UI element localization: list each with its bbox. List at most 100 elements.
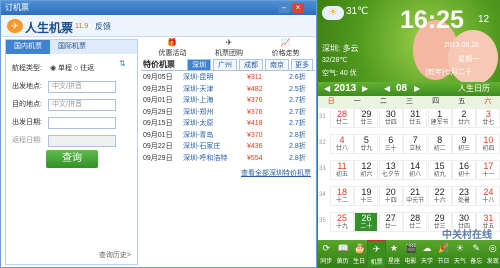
toolbar-item[interactable]: 🎉 节日 (435, 240, 451, 268)
to-input[interactable]: 中文/拼音 (48, 99, 116, 111)
tab-international[interactable]: 国际机票 (50, 40, 94, 54)
day-cell[interactable]: 10 初四 (476, 134, 500, 154)
deal-row[interactable]: 09月29日 深圳-呼和浩特 ¥554 2.8折 (143, 154, 311, 164)
view-all-deals-link[interactable]: 查看全部深圳特价机票 (241, 168, 311, 178)
day-cell[interactable]: 7 立秋 (403, 134, 428, 154)
toolbar-item[interactable]: ◎ 发现 (485, 240, 500, 268)
lunar-day: 廿七 (482, 120, 495, 126)
day-number: 31 (410, 109, 421, 119)
city-tab-more[interactable]: 更多 (291, 59, 313, 70)
weekday-label: 四 (432, 98, 440, 105)
day-cell[interactable]: 24 十八 (476, 186, 500, 206)
from-input[interactable]: 中文/拼音 (48, 81, 116, 93)
day-cell[interactable]: 29 廿三 (354, 108, 379, 128)
day-cell[interactable]: 18 十二 (330, 186, 354, 206)
day-cell[interactable]: 28 廿二 (403, 212, 428, 232)
deal-route: 深圳-石家庄 (183, 143, 221, 150)
close-icon[interactable]: × (292, 3, 304, 13)
feature-groupbuy[interactable]: ✈ 机票团购 (201, 38, 258, 58)
plane-logo-icon: ✈ (7, 19, 23, 33)
day-cell[interactable]: 28 廿二 (330, 108, 354, 128)
swap-cities-icon[interactable]: ⇅ (119, 59, 126, 68)
roundtrip-radio[interactable]: ○ (74, 65, 78, 72)
day-cell[interactable]: 15 初九 (427, 160, 452, 180)
prev-month-icon[interactable]: ◀ (384, 82, 390, 96)
search-history-link[interactable]: 查询历史> (99, 250, 131, 260)
current-weekday: 星期一 (458, 56, 479, 63)
depart-label: 出发日期: (12, 119, 42, 126)
day-cell[interactable]: 25 十九 (330, 212, 354, 232)
day-cell[interactable]: 11 初五 (330, 160, 354, 180)
tab-domestic[interactable]: 国内机票 (6, 40, 50, 54)
day-cell[interactable]: 5 廿九 (354, 134, 379, 154)
day-cell[interactable]: 8 初二 (427, 134, 452, 154)
return-date-input[interactable] (48, 135, 116, 147)
minimize-icon[interactable]: – (278, 3, 290, 13)
oneway-radio[interactable]: ◉ (50, 65, 56, 72)
deal-date: 09月05日 (143, 74, 173, 81)
toolbar-item[interactable]: ☀ 天气 (452, 240, 468, 268)
feature-label: 优惠活动 (158, 50, 187, 57)
day-number: 18 (336, 187, 347, 197)
deal-date: 09月22日 (143, 143, 173, 150)
discover-icon: ◎ (488, 243, 497, 253)
feature-label: 机票团购 (215, 50, 243, 57)
deal-row[interactable]: 09月25日 深圳-天津 ¥482 2.5折 (143, 85, 311, 95)
plane-icon: ✈ (225, 38, 233, 47)
year-label: 2013 (334, 83, 357, 94)
toolbar-label: 发现 (486, 259, 499, 265)
feedback-link[interactable]: 反馈 (95, 21, 111, 32)
toolbar-item[interactable]: ✎ 备忘 (468, 240, 484, 268)
day-cell[interactable]: 26 二十 (354, 212, 379, 232)
day-cell[interactable]: 1 建军节 (427, 108, 452, 128)
day-cell[interactable]: 16 初十 (452, 160, 476, 180)
day-cell[interactable]: 17 十一 (476, 160, 500, 180)
toolbar-item[interactable]: 🎂 生日 (351, 240, 367, 268)
deal-row[interactable]: 09月05日 深圳-昆明 ¥311 2.6折 (143, 73, 311, 83)
day-cell[interactable]: 19 十三 (354, 186, 379, 206)
city-tab-guangzhou[interactable]: 广州 (213, 59, 237, 70)
week-number: 31 (319, 114, 326, 120)
toolbar-item[interactable]: ☁ 天学 (419, 240, 435, 268)
city-tab-chengdu[interactable]: 成都 (239, 59, 263, 70)
day-cell[interactable]: 4 廿八 (330, 134, 354, 154)
feature-price-trend[interactable]: 📈 价格走势 (257, 39, 314, 58)
deal-row[interactable]: 09月15日 深圳-太原 ¥418 2.7折 (143, 119, 311, 129)
deal-row[interactable]: 09月01日 深圳-青岛 ¥370 2.8折 (143, 131, 311, 141)
day-cell[interactable]: 31 廿五 (403, 108, 428, 128)
deal-row[interactable]: 09月29日 深圳-郑州 ¥376 2.7折 (143, 108, 311, 118)
city-tab-shenzhen[interactable]: 深圳 (187, 59, 211, 70)
deal-row[interactable]: 09月01日 深圳-上海 ¥376 2.7折 (143, 96, 311, 106)
day-cell[interactable]: 23 处暑 (452, 186, 476, 206)
city-tab-nanjing[interactable]: 南京 (265, 59, 289, 70)
day-cell[interactable]: 22 十六 (427, 186, 452, 206)
deal-discount: 2.8折 (289, 143, 306, 150)
toolbar-label: 星座 (388, 259, 401, 265)
search-button[interactable]: 查询 (46, 150, 98, 168)
feature-promotions[interactable]: 🎁 优惠活动 (144, 39, 201, 58)
day-cell[interactable]: 14 初八 (403, 160, 428, 180)
day-cell[interactable]: 2 廿六 (452, 108, 476, 128)
deal-row[interactable]: 09月22日 深圳-石家庄 ¥436 2.8折 (143, 142, 311, 152)
day-cell[interactable]: 6 三十 (378, 134, 403, 154)
deal-route: 深圳-青岛 (183, 131, 214, 139)
toolbar-item[interactable]: 🎬 电影 (402, 240, 418, 268)
oneway-label: 单程 (58, 65, 73, 72)
day-cell[interactable]: 13 七夕节 (378, 160, 403, 180)
air-quality: 空气: 40 优 (322, 70, 357, 77)
toolbar-item[interactable]: ⟳ 同步 (318, 240, 334, 268)
day-cell[interactable]: 12 初六 (354, 160, 379, 180)
toolbar-item[interactable]: ✈ 机票 (367, 240, 386, 268)
day-cell[interactable]: 21 中元节 (403, 186, 428, 206)
next-month-icon[interactable]: ▶ (414, 82, 420, 96)
depart-date-input[interactable] (48, 117, 116, 129)
day-cell[interactable]: 20 十四 (378, 186, 403, 206)
next-year-icon[interactable]: ▶ (362, 82, 368, 96)
prev-year-icon[interactable]: ◀ (324, 82, 330, 96)
day-cell[interactable]: 30 廿四 (378, 108, 403, 128)
toolbar-item[interactable]: ★ 星座 (386, 240, 402, 268)
day-cell[interactable]: 9 初三 (452, 134, 476, 154)
toolbar-item[interactable]: 📖 黄历 (334, 240, 350, 268)
day-cell[interactable]: 27 廿一 (378, 212, 403, 232)
day-cell[interactable]: 3 廿七 (476, 108, 500, 128)
